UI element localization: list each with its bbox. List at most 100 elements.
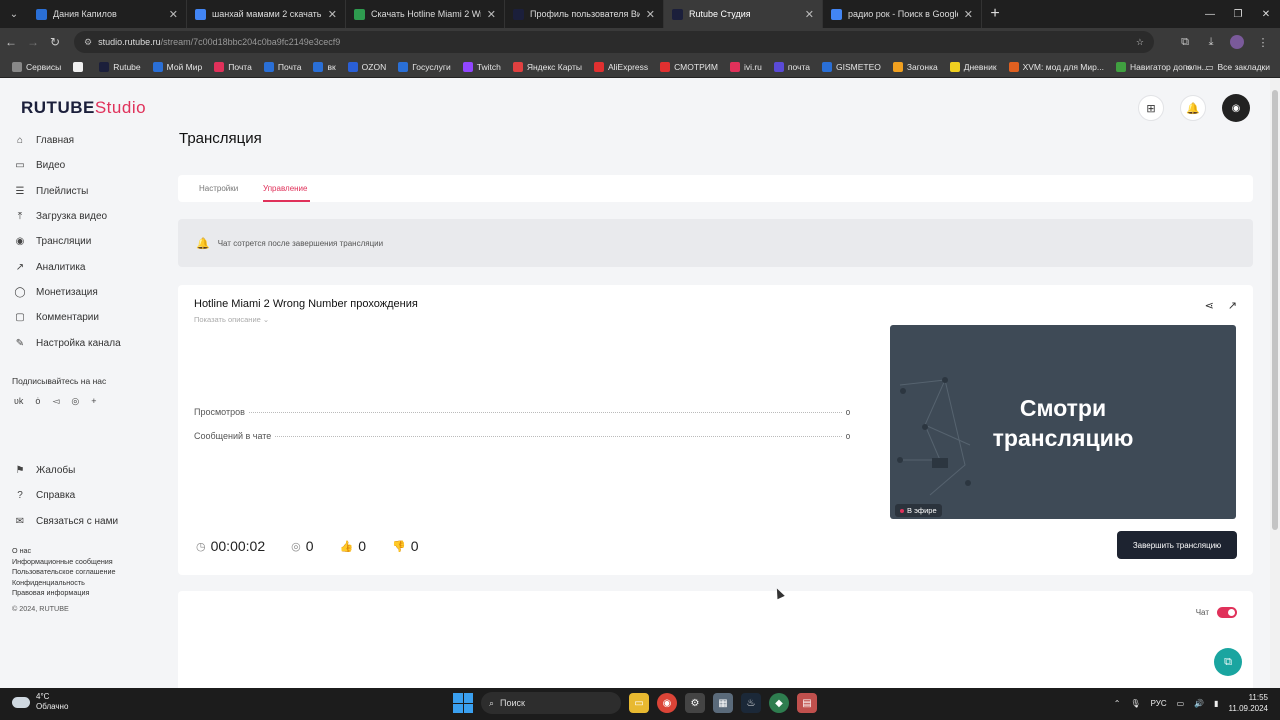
browser-tab[interactable]: шанхай мамами 2 скачать - По ✕ [187, 0, 346, 28]
footer-link[interactable]: Пользовательское соглашение [12, 567, 116, 578]
bookmark-item[interactable]: Мой Мир [147, 61, 209, 72]
sidebar-item[interactable]: ◯ Монетизация [0, 280, 170, 305]
social-ok-icon[interactable]: ȯ [35, 396, 40, 407]
social-vk-icon[interactable]: ʋk [14, 396, 23, 407]
bookmark-item[interactable]: СМОТРИМ [654, 61, 724, 72]
support-chat-button[interactable]: ⧉ [1214, 648, 1242, 676]
forward-icon[interactable]: → [22, 28, 44, 56]
profile-icon[interactable] [1226, 31, 1248, 53]
chat-switch[interactable] [1217, 607, 1237, 618]
new-tab-button[interactable]: + [982, 0, 1008, 28]
language-indicator[interactable]: РУС [1151, 699, 1167, 708]
monitor-icon[interactable]: ▭ [1177, 699, 1185, 708]
sidebar-item[interactable]: ◉ Трансляции [0, 229, 170, 254]
bookmark-item[interactable]: Почта [208, 61, 258, 72]
footer-link[interactable]: Конфиденциальность [12, 578, 116, 589]
bookmark-item[interactable]: вк [307, 61, 341, 72]
browser-tab[interactable]: Rutube Студия ✕ [664, 0, 823, 28]
sidebar-item[interactable]: ↗ Аналитика [0, 254, 170, 279]
bookmark-item[interactable]: Сервисы [6, 61, 67, 72]
back-icon[interactable]: ← [0, 28, 22, 56]
weather-widget[interactable]: 4°C Облачно [12, 692, 68, 712]
close-tab-icon[interactable]: ✕ [169, 8, 178, 21]
bookmark-item[interactable]: Twitch [457, 61, 507, 72]
add-content-icon[interactable]: ⊞ [1138, 95, 1164, 121]
end-stream-button[interactable]: Завершить трансляцию [1117, 531, 1237, 559]
bookmark-item[interactable]: Rutube [93, 61, 146, 72]
close-tab-icon[interactable]: ✕ [328, 8, 337, 21]
bookmark-item[interactable]: Госуслуги [392, 61, 456, 72]
bookmark-item[interactable]: Яндекс Карты [507, 61, 588, 72]
bookmark-item[interactable]: AliExpress [588, 61, 654, 72]
app3-icon[interactable]: ▤ [797, 693, 817, 713]
sidebar-item[interactable]: ▭ Видео [0, 153, 170, 178]
bookmark-item[interactable]: Дневник [944, 61, 1003, 72]
page-scrollbar[interactable] [1270, 78, 1280, 688]
browser-tab[interactable]: Скачать Hotline Miami 2 Wron ✕ [346, 0, 505, 28]
close-tab-icon[interactable]: ✕ [646, 8, 655, 21]
bookmark-item[interactable]: Почта [258, 61, 308, 72]
minimize-icon[interactable]: — [1196, 0, 1224, 28]
close-window-icon[interactable]: ✕ [1252, 0, 1280, 28]
share-icon[interactable]: ⋖ [1205, 299, 1214, 312]
sidebar-bottom-item[interactable]: ? Справка [0, 483, 118, 508]
close-tab-icon[interactable]: ✕ [805, 8, 814, 21]
download-icon[interactable]: ⤓ [1200, 31, 1222, 53]
extensions-icon[interactable]: ⧉ [1174, 31, 1196, 53]
rutube-studio-logo[interactable]: RUTUBEStudio [21, 98, 146, 118]
footer-link[interactable]: Правовая информация [12, 588, 116, 599]
settings-app-icon[interactable]: ⚙ [685, 693, 705, 713]
tab-management[interactable]: Управление [263, 184, 307, 193]
bookmark-item[interactable]: Загонка [887, 61, 944, 72]
site-info-icon[interactable]: ⚙ [84, 37, 92, 48]
sidebar-bottom-item[interactable]: ✉ Связаться с нами [0, 509, 118, 534]
bookmark-item[interactable]: XVM: мод для Мир... [1003, 61, 1110, 72]
sidebar-bottom-item[interactable]: ⚑ Жалобы [0, 458, 118, 483]
bookmark-item[interactable]: почта [768, 61, 816, 72]
all-bookmarks-link[interactable]: Все закладки [1217, 62, 1270, 72]
app-icon[interactable]: ▦ [713, 693, 733, 713]
browser-tab[interactable]: радио рок - Поиск в Google ✕ [823, 0, 982, 28]
app2-icon[interactable]: ◆ [769, 693, 789, 713]
tray-expand-icon[interactable]: ⌃ [1114, 699, 1121, 708]
sidebar-item[interactable]: ☰ Плейлисты [0, 179, 170, 204]
taskbar-search[interactable]: ⌕ Поиск [481, 692, 621, 714]
bookmark-star-icon[interactable]: ☆ [1136, 37, 1144, 48]
social-tg-icon[interactable]: ◅ [52, 396, 59, 407]
address-bar[interactable]: ⚙ studio.rutube.ru/stream/7c00d18bbc204c… [74, 31, 1154, 53]
volume-icon[interactable]: 🔊 [1194, 699, 1204, 708]
sidebar-item[interactable]: ▢ Комментарии [0, 305, 170, 330]
open-external-icon[interactable]: ↗ [1228, 299, 1237, 312]
footer-link[interactable]: О нас [12, 546, 116, 557]
tab-settings[interactable]: Настройки [199, 184, 238, 193]
sidebar-item[interactable]: ✎ Настройка канала [0, 330, 170, 355]
restore-icon[interactable]: ❐ [1224, 0, 1252, 28]
bookmark-item[interactable]: OZON [342, 61, 393, 72]
tab-search-icon[interactable]: ⌄ [0, 0, 28, 28]
footer-link[interactable]: Информационные сообщения [12, 557, 116, 568]
clock[interactable]: 11:55 11.09.2024 [1229, 692, 1268, 714]
bookmark-item[interactable]: GISMETEO [816, 61, 887, 72]
scrollbar-thumb[interactable] [1272, 90, 1278, 530]
battery-icon[interactable]: ▮ [1214, 699, 1218, 708]
stream-preview[interactable]: Смотри трансляцию В эфире [890, 325, 1236, 519]
chrome-icon[interactable]: ◉ [657, 693, 677, 713]
mic-icon[interactable]: 🎙 [1130, 699, 1140, 708]
bookmark-item[interactable] [67, 61, 93, 72]
file-explorer-icon[interactable]: ▭ [629, 693, 649, 713]
close-tab-icon[interactable]: ✕ [487, 8, 496, 21]
social-vb-icon[interactable]: ◎ [71, 396, 79, 407]
steam-icon[interactable]: ♨ [741, 693, 761, 713]
browser-tab[interactable]: Дания Капилов ✕ [28, 0, 187, 28]
bookmark-item[interactable]: ivi.ru [724, 61, 768, 72]
more-bookmarks-icon[interactable]: » [1187, 62, 1192, 72]
notifications-icon[interactable]: 🔔 [1180, 95, 1206, 121]
browser-tab[interactable]: Профиль пользователя Видео ✕ [505, 0, 664, 28]
social-more-icon[interactable]: + [91, 396, 96, 407]
user-avatar[interactable]: ◉ [1222, 94, 1250, 122]
start-button[interactable] [453, 693, 473, 713]
sidebar-item[interactable]: ⌂ Главная [0, 128, 170, 153]
menu-icon[interactable]: ⋮ [1252, 31, 1274, 53]
reload-icon[interactable]: ↻ [44, 28, 66, 56]
show-description-link[interactable]: Показать описание ⌄ [194, 315, 269, 324]
